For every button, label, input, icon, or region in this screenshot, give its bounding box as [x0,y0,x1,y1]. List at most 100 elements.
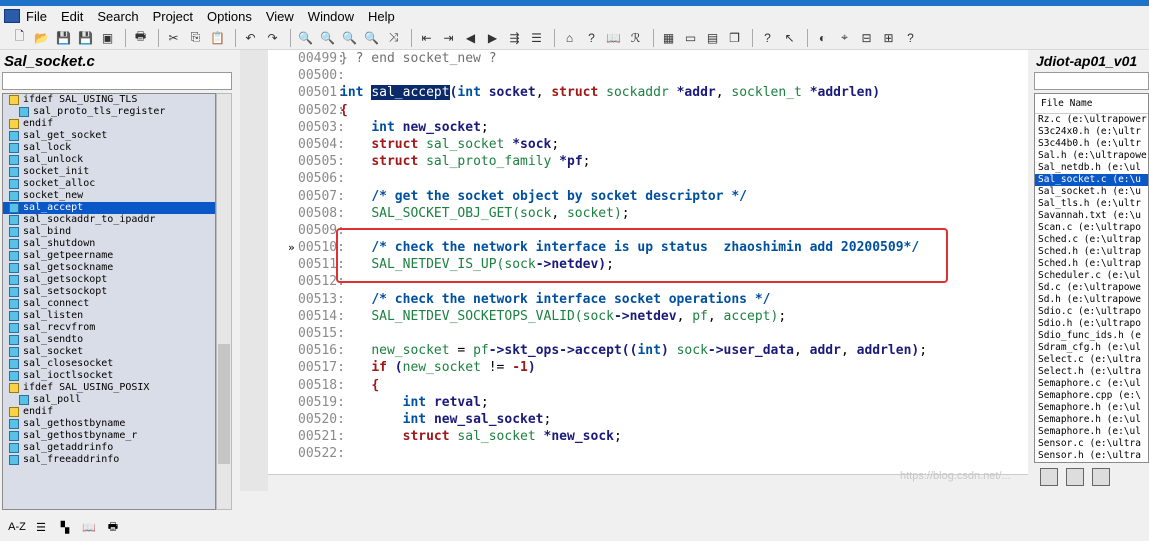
symbol-item[interactable]: sal_get_socket [3,130,215,142]
code-editor[interactable]: 00499:} ? end socket_new ? 00500: 00501:in… [240,50,1028,491]
undo-icon[interactable]: ↶ [241,29,260,47]
code-line[interactable]: 00514: SAL_NETDEV_SOCKETOPS_VALID(sock->… [298,308,927,325]
symbol-item[interactable]: sal_getpeername [3,250,215,262]
symbol-list-scrollbar[interactable] [216,93,232,510]
file-item[interactable]: Sal.h (e:\ultrapowe [1035,150,1148,162]
symbol-item[interactable]: endif [3,118,215,130]
context-help-icon[interactable]: ? [758,29,777,47]
file-item[interactable]: Sdio.c (e:\ultrapo [1035,306,1148,318]
layout-cascade-icon[interactable]: ❐ [725,29,744,47]
code-line[interactable]: 00504: struct sal_socket *sock; [298,136,927,153]
file-item[interactable]: Semaphore.cpp (e:\ [1035,390,1148,402]
symbol-icon[interactable]: ⌂ [560,29,579,47]
file-filter-input[interactable] [1034,72,1149,90]
file-item[interactable]: Scan.c (e:\ultrapo [1035,222,1148,234]
redo-icon[interactable]: ↷ [263,29,282,47]
file-item[interactable]: Select.c (e:\ultra [1035,354,1148,366]
symbol-item[interactable]: sal_sockaddr_to_ipaddr [3,214,215,226]
bookmark-icon[interactable]: ⇤ [417,29,436,47]
jump-icon[interactable]: ⇶ [505,29,524,47]
file-item[interactable]: Savannah.txt (e:\u [1035,210,1148,222]
symbol-item[interactable]: sal_getsockname [3,262,215,274]
symbol-item[interactable]: sal_socket [3,346,215,358]
tree-icon[interactable]: ⊞ [879,29,898,47]
symbol-item[interactable]: socket_alloc [3,178,215,190]
file-item[interactable]: Sched.h (e:\ultrap [1035,258,1148,270]
code-line[interactable]: 00506: [298,170,927,187]
symbol-item[interactable]: sal_getaddrinfo [3,442,215,454]
menu-options[interactable]: Options [207,9,252,24]
list-view-icon[interactable]: ☰ [32,518,50,536]
find-prev-icon[interactable]: 🔍 [340,29,359,47]
symbol-item[interactable]: sal_freeaddrinfo [3,454,215,466]
code-line[interactable]: 00515: [298,325,927,342]
file-grid-icon[interactable] [1092,468,1110,486]
back-icon[interactable]: ◀ [461,29,480,47]
symbol-item[interactable]: sal_accept [3,202,215,214]
code-line[interactable]: 00500: [298,67,927,84]
print-list-icon[interactable]: 🖶 [104,518,122,536]
file-folder-icon[interactable] [1066,468,1084,486]
paste-icon[interactable]: 📋 [208,29,227,47]
code-line[interactable]: 00513: /* check the network interface so… [298,291,927,308]
symbol-item[interactable]: sal_shutdown [3,238,215,250]
file-name-column-header[interactable]: File Name [1035,94,1148,114]
browse-icon[interactable]: ⌖ [835,29,854,47]
cut-icon[interactable]: ✂ [164,29,183,47]
file-item[interactable]: S3c44b0.h (e:\ultr [1035,138,1148,150]
symbol-item[interactable]: sal_bind [3,226,215,238]
code-line[interactable]: 00501:int sal_accept(int socket, struct … [298,84,927,101]
symbol-item[interactable]: ifdef SAL_USING_TLS [3,94,215,106]
save-all-icon[interactable]: 💾 [76,29,95,47]
sync-icon[interactable]: ◐ [813,29,832,47]
code-line[interactable]: 00508: SAL_SOCKET_OBJ_GET(sock, socket); [298,205,927,222]
forward-icon[interactable]: ▶ [483,29,502,47]
file-item[interactable]: Sal_netdb.h (e:\ul [1035,162,1148,174]
file-item[interactable]: Sched.h (e:\ultrap [1035,246,1148,258]
symbol-item[interactable]: sal_lock [3,142,215,154]
close-file-icon[interactable]: ▣ [98,29,117,47]
scrollbar-thumb[interactable] [218,344,230,464]
editor-gutter[interactable] [240,50,268,491]
help-icon[interactable]: ? [901,29,920,47]
menu-view[interactable]: View [266,9,294,24]
symbol-item[interactable]: sal_unlock [3,154,215,166]
replace-icon[interactable]: ⤨ [384,29,403,47]
code-line[interactable]: 00503: int new_socket; [298,119,927,136]
layout-split-icon[interactable]: ▤ [703,29,722,47]
file-item[interactable]: Sched.c (e:\ultrap [1035,234,1148,246]
file-item[interactable]: Sal_tls.h (e:\ultr [1035,198,1148,210]
file-item[interactable]: Sal_socket.c (e:\u [1035,174,1148,186]
code-line[interactable]: 00517: if (new_socket != -1) [298,359,927,376]
file-item[interactable]: Sdram_cfg.h (e:\ul [1035,342,1148,354]
pointer-help-icon[interactable]: ↖ [780,29,799,47]
file-item[interactable]: Sd.h (e:\ultrapowe [1035,294,1148,306]
symbol-filter-input[interactable] [2,72,232,90]
menu-file[interactable]: File [26,9,47,24]
code-line[interactable]: 00505: struct sal_proto_family *pf; [298,153,927,170]
category-icon[interactable]: ▚ [56,518,74,536]
file-item[interactable]: Semaphore.c (e:\ul [1035,378,1148,390]
symbol-item[interactable]: sal_gethostbyname [3,418,215,430]
print-icon[interactable]: 🖶 [131,29,150,47]
find-next-icon[interactable]: 🔍 [318,29,337,47]
find-icon[interactable]: 🔍 [296,29,315,47]
code-line[interactable]: 00502:{ [298,102,927,119]
symbol-item[interactable]: ifdef SAL_USING_POSIX [3,382,215,394]
file-view-icon[interactable] [1040,468,1058,486]
file-item[interactable]: Select.h (e:\ultra [1035,366,1148,378]
layout-grid-icon[interactable]: ▦ [659,29,678,47]
menu-project[interactable]: Project [153,9,193,24]
menu-help[interactable]: Help [368,9,395,24]
find-files-icon[interactable]: 🔍 [362,29,381,47]
code-line[interactable]: 00507: /* get the socket object by socke… [298,188,927,205]
sort-az-button[interactable]: A-Z [8,518,26,536]
file-item[interactable]: Sdio.h (e:\ultrapo [1035,318,1148,330]
project-file-list[interactable]: File Name Rz.c (e:\ultrapower S3c24x0.h (… [1034,93,1149,463]
symbol-item[interactable]: endif [3,406,215,418]
code-line[interactable]: 00516: new_socket = pf->skt_ops->accept(… [298,342,927,359]
file-item[interactable]: Semaphore.h (e:\ul [1035,414,1148,426]
save-icon[interactable]: 💾 [54,29,73,47]
code-line[interactable]: 00521: struct sal_socket *new_sock; [298,428,927,445]
file-item[interactable]: Rz.c (e:\ultrapower [1035,114,1148,126]
